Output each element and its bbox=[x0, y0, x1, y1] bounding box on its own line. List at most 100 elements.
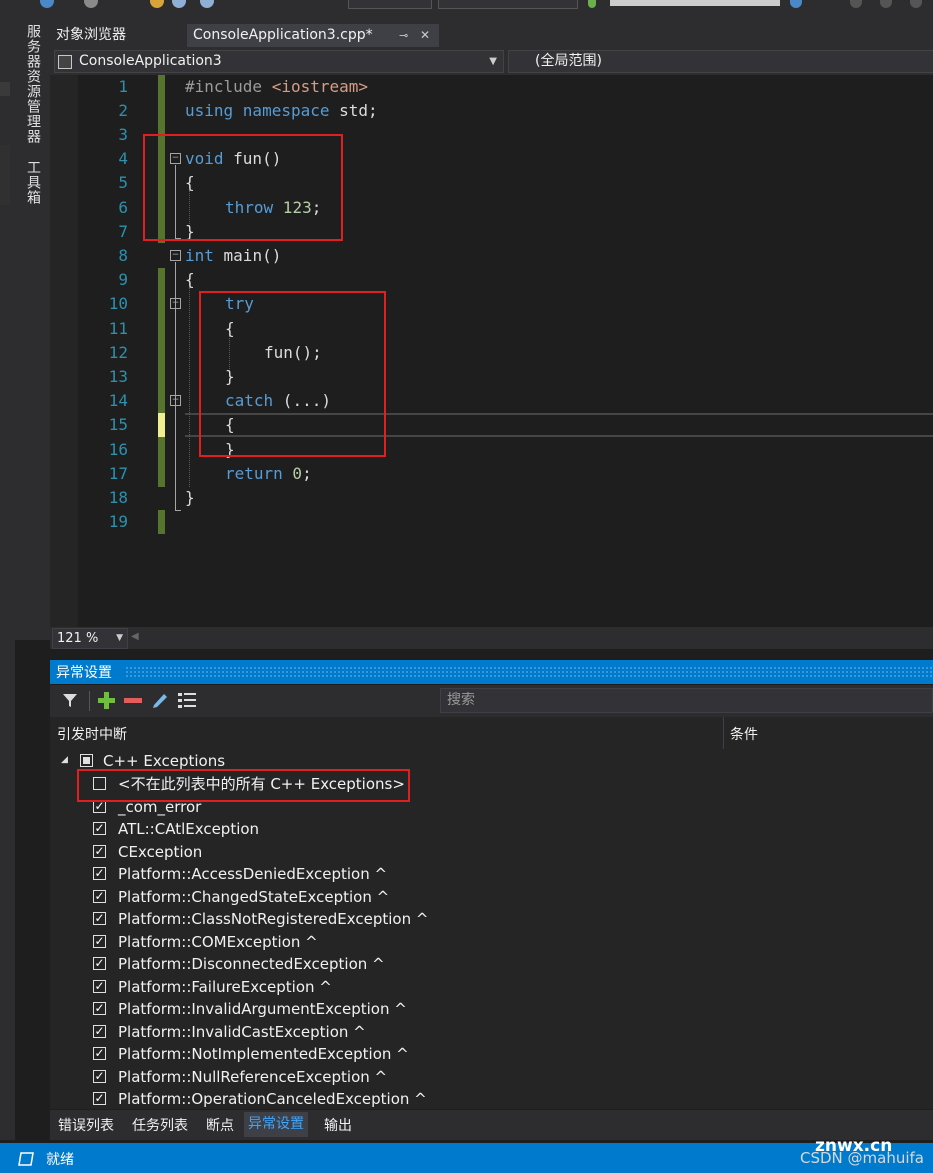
search-input[interactable]: 搜索 bbox=[440, 688, 933, 713]
remove-icon[interactable] bbox=[124, 692, 142, 709]
line-number: 3 bbox=[118, 125, 128, 144]
exception-item[interactable]: Platform::AccessDeniedException ^ bbox=[118, 863, 387, 885]
attach-icon[interactable] bbox=[790, 0, 802, 8]
filter-icon[interactable] bbox=[62, 692, 78, 708]
exception-item[interactable]: Platform::FailureException ^ bbox=[118, 976, 332, 998]
project-name: ConsoleApplication3 bbox=[79, 53, 222, 69]
tab-object-browser[interactable]: 对象浏览器 bbox=[50, 24, 132, 47]
line-number: 10 bbox=[108, 294, 128, 313]
panel-title: 异常设置 bbox=[56, 665, 112, 681]
code-line: { bbox=[185, 270, 195, 289]
exception-item[interactable]: CException bbox=[118, 841, 202, 863]
toolbar-icon[interactable] bbox=[850, 0, 862, 8]
output-window-icon[interactable] bbox=[18, 1152, 34, 1166]
annotation-box-try-catch bbox=[199, 291, 386, 457]
scope-dropdown[interactable]: (全局范围) bbox=[508, 50, 933, 73]
tab-exception-settings[interactable]: 异常设置 bbox=[244, 1112, 308, 1137]
zoom-dropdown[interactable]: 121 % ▼ bbox=[52, 628, 128, 649]
pin-icon[interactable]: ⊸ bbox=[399, 24, 408, 47]
platform-dropdown[interactable] bbox=[438, 0, 578, 9]
line-number: 14 bbox=[108, 391, 128, 410]
exception-checkbox[interactable]: ✓ bbox=[93, 1024, 106, 1038]
scroll-left-icon[interactable]: ◀ bbox=[131, 631, 139, 642]
save-all-icon[interactable] bbox=[200, 0, 214, 8]
edit-icon[interactable] bbox=[151, 691, 168, 709]
column-header: 引发时中断 条件 bbox=[50, 717, 933, 750]
exception-checkbox[interactable]: ✓ bbox=[93, 822, 106, 835]
exception-item[interactable]: Platform::DisconnectedException ^ bbox=[118, 953, 385, 975]
change-marker bbox=[158, 268, 165, 413]
exception-item[interactable]: ATL::CAtlException bbox=[118, 818, 259, 840]
document-tabs: 对象浏览器 ConsoleApplication3.cpp* ⊸ ✕ bbox=[50, 20, 933, 47]
line-number: 4 bbox=[118, 149, 128, 168]
line-number: 18 bbox=[108, 488, 128, 507]
code-line: return 0; bbox=[225, 464, 312, 483]
exception-checkbox[interactable]: ✓ bbox=[93, 912, 106, 925]
exception-item[interactable]: Platform::OperationCanceledException ^ bbox=[118, 1088, 427, 1110]
line-number: 13 bbox=[108, 367, 128, 386]
tab-error-list[interactable]: 错误列表 bbox=[54, 1115, 118, 1137]
line-number: 8 bbox=[118, 246, 128, 265]
chevron-down-icon: ▼ bbox=[489, 56, 497, 67]
fold-end bbox=[175, 510, 181, 511]
tab-breakpoints[interactable]: 断点 bbox=[202, 1115, 238, 1137]
top-toolbar bbox=[0, 0, 933, 20]
configuration-dropdown[interactable] bbox=[348, 0, 432, 9]
line-number: 15 bbox=[108, 415, 128, 434]
column-condition[interactable]: 条件 bbox=[730, 724, 758, 744]
toolbar-icon[interactable] bbox=[880, 0, 892, 8]
tab-output[interactable]: 输出 bbox=[320, 1115, 356, 1137]
exception-checkbox[interactable]: ✓ bbox=[93, 867, 106, 880]
indent-guide bbox=[189, 287, 190, 487]
watermark-credit: CSDN @mahuifa bbox=[800, 1149, 924, 1167]
debugger-button[interactable] bbox=[610, 0, 780, 6]
side-tool-tabs: 服务器资源管理器 工具箱 bbox=[15, 20, 51, 640]
exception-checkbox[interactable]: ✓ bbox=[93, 1047, 106, 1060]
project-icon bbox=[58, 55, 72, 69]
save-icon[interactable] bbox=[172, 0, 186, 8]
collapse-toggle[interactable]: − bbox=[170, 298, 181, 309]
exception-item[interactable]: Platform::ChangedStateException ^ bbox=[118, 886, 389, 908]
editor-gutter bbox=[50, 75, 78, 627]
annotation-box-all-cpp-exceptions bbox=[77, 769, 410, 802]
exception-checkbox[interactable]: ✓ bbox=[93, 957, 106, 970]
back-icon[interactable] bbox=[40, 0, 54, 8]
annotation-box-fun bbox=[143, 134, 343, 241]
left-edge-fragment bbox=[0, 145, 10, 205]
run-icon[interactable] bbox=[588, 0, 596, 8]
line-number: 9 bbox=[118, 270, 128, 289]
exception-item[interactable]: Platform::InvalidArgumentException ^ bbox=[118, 998, 407, 1020]
exception-item[interactable]: Platform::COMException ^ bbox=[118, 931, 318, 953]
exception-checkbox[interactable]: ✓ bbox=[93, 1092, 106, 1105]
expand-arrow-icon[interactable]: ◢ bbox=[61, 755, 68, 765]
group-checkbox[interactable] bbox=[80, 754, 93, 767]
tab-label: ConsoleApplication3.cpp* bbox=[193, 27, 373, 43]
collapse-toggle[interactable]: − bbox=[170, 395, 181, 406]
server-explorer-tab[interactable]: 服务器资源管理器 bbox=[23, 24, 43, 144]
open-folder-icon[interactable] bbox=[150, 0, 164, 8]
exception-checkbox[interactable]: ✓ bbox=[93, 934, 106, 948]
line-number: 1 bbox=[118, 77, 128, 96]
exception-item[interactable]: Platform::NullReferenceException ^ bbox=[118, 1066, 387, 1088]
toolbar-icon[interactable] bbox=[910, 0, 922, 8]
tab-task-list[interactable]: 任务列表 bbox=[128, 1115, 192, 1137]
column-break-when-thrown[interactable]: 引发时中断 bbox=[57, 724, 127, 744]
close-icon[interactable]: ✕ bbox=[420, 24, 430, 47]
exception-checkbox[interactable]: ✓ bbox=[93, 1069, 106, 1083]
exception-item[interactable]: Platform::NotImplementedException ^ bbox=[118, 1043, 409, 1065]
collapse-toggle[interactable]: − bbox=[170, 250, 181, 261]
toolbox-tab[interactable]: 工具箱 bbox=[23, 160, 43, 205]
exception-checkbox[interactable]: ✓ bbox=[93, 1002, 106, 1015]
tab-console-application-cpp[interactable]: ConsoleApplication3.cpp* ⊸ ✕ bbox=[187, 24, 439, 47]
add-icon[interactable] bbox=[98, 692, 115, 709]
left-edge-fragment bbox=[0, 82, 10, 96]
exception-checkbox[interactable]: ✓ bbox=[93, 844, 106, 858]
project-dropdown[interactable]: ConsoleApplication3 ▼ bbox=[54, 50, 504, 73]
exception-item[interactable]: Platform::ClassNotRegisteredException ^ bbox=[118, 908, 428, 930]
exception-item[interactable]: Platform::InvalidCastException ^ bbox=[118, 1021, 366, 1043]
exception-checkbox[interactable]: ✓ bbox=[93, 889, 106, 903]
forward-icon[interactable] bbox=[84, 0, 98, 8]
line-number: 7 bbox=[118, 222, 128, 241]
restore-defaults-icon[interactable] bbox=[178, 692, 196, 708]
exception-checkbox[interactable]: ✓ bbox=[93, 979, 106, 993]
